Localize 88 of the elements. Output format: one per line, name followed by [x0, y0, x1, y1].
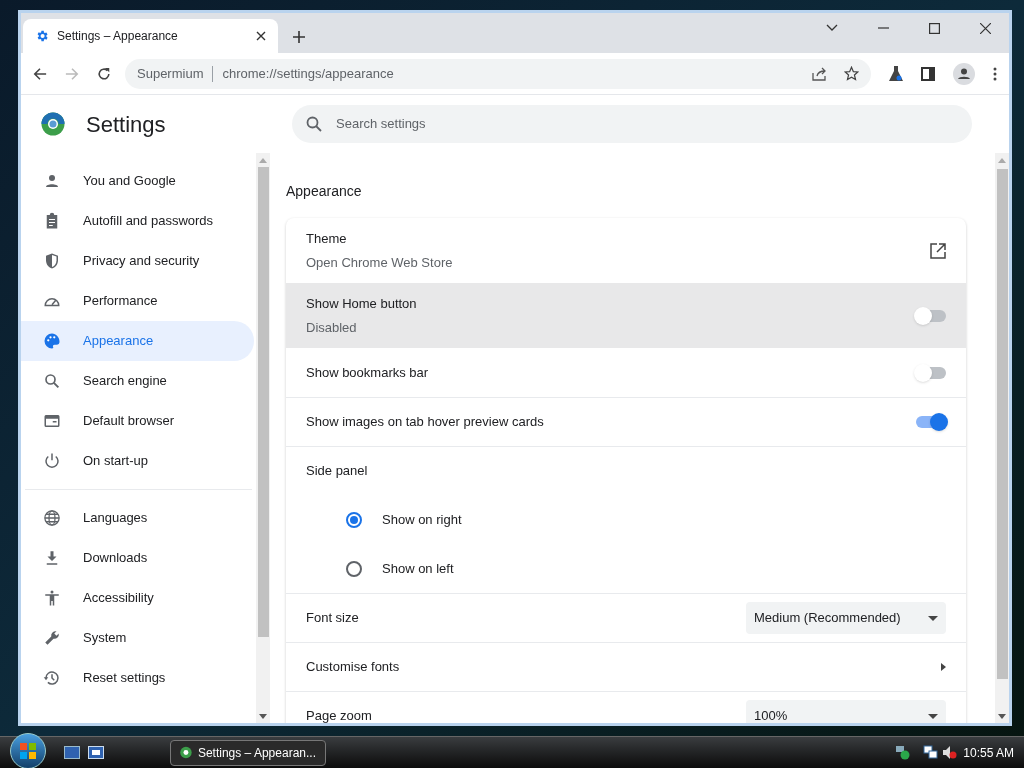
chevron-down-icon[interactable] — [826, 24, 838, 32]
accessibility-icon — [43, 589, 61, 607]
side-panel-icon[interactable] — [921, 66, 935, 81]
scroll-down-icon[interactable] — [259, 714, 267, 719]
radio-button[interactable] — [346, 560, 362, 577]
sidebar-item[interactable]: Downloads — [21, 538, 254, 578]
chevron-right-icon[interactable] — [941, 663, 946, 671]
new-tab-icon[interactable] — [293, 31, 305, 43]
profile-icon[interactable] — [953, 62, 975, 85]
sidebar-item[interactable]: Appearance — [21, 321, 254, 361]
setting-description: Open Chrome Web Store — [306, 254, 454, 272]
search-input[interactable]: Search settings — [336, 114, 958, 134]
close-icon[interactable] — [980, 22, 991, 34]
settings-title: Settings — [86, 110, 166, 139]
power-icon — [43, 452, 61, 470]
dropdown[interactable]: 100% — [746, 700, 946, 723]
setting-label: Customise fonts — [306, 658, 401, 677]
close-icon[interactable] — [256, 31, 266, 41]
external-link-icon[interactable] — [930, 242, 946, 259]
search-field[interactable]: Search settings — [292, 105, 972, 143]
sidebar-item[interactable]: Performance — [21, 281, 254, 321]
reload-icon[interactable] — [97, 66, 111, 81]
scrollbar[interactable] — [256, 153, 270, 723]
search-icon — [43, 372, 61, 390]
maximize-icon[interactable] — [929, 22, 940, 34]
site-name: Supermium — [137, 64, 204, 83]
flask-icon[interactable] — [889, 66, 903, 81]
sidebar-item[interactable]: Languages — [21, 498, 254, 538]
sidebar-item[interactable]: Reset settings — [21, 658, 254, 698]
tab-title: Settings – Appearance — [57, 28, 179, 45]
sidebar-item[interactable]: Privacy and security — [21, 241, 254, 281]
start-button[interactable] — [10, 732, 46, 768]
sidebar-item[interactable]: Autofill and passwords — [21, 201, 254, 241]
setting-description: Disabled — [306, 319, 358, 337]
shield-icon — [43, 252, 61, 270]
toggle-switch[interactable] — [916, 416, 946, 428]
globe-icon — [43, 509, 61, 527]
muted-speaker-icon[interactable] — [942, 745, 958, 760]
window-switch-icon[interactable] — [88, 746, 104, 759]
setting-label: Show on right — [382, 510, 463, 529]
caret-icon — [928, 713, 938, 719]
scroll-down-icon[interactable] — [998, 714, 1006, 719]
search-icon — [306, 116, 322, 132]
sidebar-item[interactable]: System — [21, 618, 254, 658]
sidebar-item[interactable]: Accessibility — [21, 578, 254, 618]
group-heading: Side panel — [306, 462, 369, 481]
menu-icon[interactable] — [993, 66, 997, 81]
browser-tab[interactable]: Settings – Appearance — [23, 19, 278, 53]
network-icon[interactable] — [923, 745, 939, 760]
browser-window-icon — [43, 412, 61, 430]
setting-label: Show bookmarks bar — [306, 363, 430, 382]
hovered-row[interactable]: Show Home button Disabled — [286, 283, 966, 348]
setting-label: Show images on tab hover preview cards — [306, 413, 545, 432]
browser-logo-icon — [180, 746, 192, 759]
scrollbar-thumb[interactable] — [257, 167, 269, 637]
setting-label: Font size — [306, 609, 360, 628]
sidebar-item[interactable]: On start-up — [21, 441, 254, 481]
radio-button[interactable] — [346, 511, 362, 528]
setting-label: Show Home button — [306, 294, 418, 313]
person-icon — [43, 172, 61, 190]
star-icon[interactable] — [844, 66, 859, 81]
setting-label: Theme — [306, 229, 348, 248]
clock: 10:55 AM — [963, 744, 1014, 762]
scrollbar[interactable] — [995, 153, 1009, 723]
section-title: Appearance — [286, 182, 363, 201]
wrench-icon — [43, 629, 61, 647]
caret-icon — [928, 615, 938, 621]
sidebar-item[interactable]: Search engine — [21, 361, 254, 401]
browser-logo-icon — [41, 112, 65, 136]
dropdown[interactable]: Medium (Recommended) — [746, 602, 946, 634]
sidebar-item[interactable]: You and Google — [21, 161, 254, 201]
setting-label: Page zoom — [306, 707, 373, 723]
setting-label: Show on left — [382, 559, 455, 578]
gear-icon — [35, 29, 49, 43]
desktop-icon[interactable] — [64, 746, 80, 759]
palette-icon — [43, 332, 61, 350]
sidebar-item[interactable]: Default browser — [21, 401, 254, 441]
windows-logo-icon — [19, 741, 37, 760]
share-icon[interactable] — [812, 66, 828, 81]
address-bar[interactable]: Supermium chrome://settings/appearance — [125, 58, 871, 89]
history-icon — [43, 669, 61, 687]
url-text: chrome://settings/appearance — [222, 64, 395, 83]
toggle-switch[interactable] — [916, 366, 946, 379]
scrollbar-thumb[interactable] — [996, 169, 1008, 679]
taskbar-window-button[interactable]: Settings – Appearan... — [170, 739, 326, 766]
network-check-icon[interactable] — [895, 745, 911, 760]
back-arrow-icon[interactable] — [33, 66, 47, 81]
toggle-switch[interactable] — [916, 309, 946, 322]
